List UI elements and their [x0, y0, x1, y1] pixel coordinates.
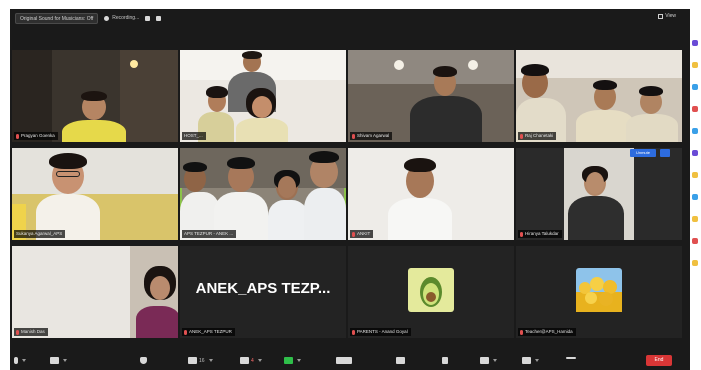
reaction-icon	[692, 40, 698, 46]
participant-name: ANEK_APS TEZPUR	[182, 328, 235, 336]
view-button[interactable]: View	[658, 13, 676, 19]
security-button[interactable]	[140, 357, 147, 364]
participant-tile-active-speaker[interactable]: APS TEZPUR - ANEK ...	[180, 148, 346, 240]
participants-button[interactable]: 16	[188, 357, 213, 364]
reaction-hand-icon	[442, 357, 448, 364]
apps-grid-icon	[396, 357, 405, 364]
unmute-button[interactable]: Unmute	[630, 149, 656, 157]
participant-tile[interactable]: PARENTS - Anand Goyal	[348, 246, 514, 338]
participant-name: APS TEZPUR - ANEK ...	[182, 230, 237, 238]
chat-icon	[240, 357, 249, 364]
participant-tile[interactable]: Shivam Agarwal	[348, 50, 514, 142]
muted-mic-icon	[520, 231, 523, 237]
notes-icon	[522, 357, 531, 364]
participant-name: Raj Chanetaki	[518, 132, 557, 140]
participant-tile[interactable]: Teacher@APS_Hamida	[516, 246, 682, 338]
reaction-sidebar	[690, 40, 700, 290]
participant-tile[interactable]: Raj Chanetaki	[516, 50, 682, 142]
chevron-down-icon[interactable]	[493, 359, 497, 362]
chevron-down-icon[interactable]	[208, 359, 213, 362]
whiteboard-button[interactable]	[480, 357, 497, 364]
participant-tile[interactable]: Sukanya Agarwal_APS	[12, 148, 178, 240]
end-meeting-button[interactable]: End	[646, 355, 672, 366]
whiteboard-icon	[480, 357, 489, 364]
participant-tile[interactable]: Pragyan Goenka	[12, 50, 178, 142]
tulips-avatar-icon	[576, 268, 622, 312]
participant-tile[interactable]: ANKIT	[348, 148, 514, 240]
recording-icon	[104, 15, 110, 21]
more-dots-icon	[566, 357, 576, 359]
reaction-icon	[692, 84, 698, 90]
share-screen-icon	[284, 357, 293, 364]
shield-icon	[140, 357, 147, 364]
reaction-icon	[692, 106, 698, 112]
participant-display-name: ANEK_APS TEZP...	[195, 280, 331, 297]
chevron-down-icon[interactable]	[63, 359, 67, 362]
participant-name: Teacher@APS_Hamida	[518, 328, 576, 336]
participant-name: Manish Das	[14, 328, 48, 336]
participant-name: Sukanya Agarwal_APS	[14, 230, 66, 238]
stop-recording-icon[interactable]	[156, 15, 162, 21]
camera-icon	[50, 357, 59, 364]
participant-tile[interactable]: HOST_...	[180, 50, 346, 142]
chevron-down-icon[interactable]	[535, 359, 539, 362]
more-button[interactable]	[566, 357, 576, 359]
reaction-icon	[692, 62, 698, 68]
pause-recording-icon[interactable]	[145, 15, 151, 21]
participant-tile[interactable]: Manish Das	[12, 246, 178, 338]
participant-name: PARENTS - Anand Goyal	[350, 328, 411, 336]
participant-name: Hiranya Talukdar	[518, 230, 562, 238]
participant-name: Pragyan Goenka	[14, 132, 58, 140]
reaction-icon	[692, 128, 698, 134]
share-screen-button[interactable]	[284, 357, 301, 364]
muted-mic-icon	[520, 133, 523, 139]
muted-mic-icon	[352, 133, 355, 139]
reactions-button[interactable]	[442, 357, 448, 364]
participant-tile[interactable]: ANEK_APS TEZP... ANEK_APS TEZPUR	[180, 246, 346, 338]
meeting-toolbar: 16 4 End	[10, 352, 690, 370]
chat-badge: 4	[251, 357, 254, 364]
reaction-icon	[692, 216, 698, 222]
mute-button[interactable]	[14, 357, 26, 364]
reaction-icon	[692, 194, 698, 200]
participant-name: Shivam Agarwal	[350, 132, 393, 140]
chevron-down-icon[interactable]	[22, 359, 26, 362]
participant-name: HOST_...	[182, 132, 206, 140]
muted-mic-icon	[352, 329, 355, 335]
chevron-down-icon[interactable]	[257, 359, 262, 362]
reaction-icon	[692, 172, 698, 178]
participant-tile[interactable]: Hiranya Talukdar Unmute	[516, 148, 682, 240]
muted-mic-icon	[184, 329, 187, 335]
video-grid: Pragyan Goenka HOST_... Shivam Agarwal R…	[10, 50, 690, 343]
recording-label: Recording...	[112, 15, 140, 21]
meeting-window: Original Sound for Musicians: Off Record…	[10, 9, 690, 370]
avocado-avatar-icon	[408, 268, 454, 312]
more-options-button[interactable]	[660, 149, 670, 157]
muted-mic-icon	[16, 133, 19, 139]
muted-mic-icon	[16, 329, 19, 335]
original-sound-toggle[interactable]: Original Sound for Musicians: Off	[15, 12, 99, 24]
muted-mic-icon	[520, 329, 523, 335]
notes-button[interactable]	[522, 357, 539, 364]
chevron-down-icon[interactable]	[297, 359, 301, 362]
participants-count: 16	[199, 357, 205, 364]
participants-icon	[188, 357, 197, 364]
microphone-icon	[14, 357, 18, 364]
record-icon	[336, 357, 352, 364]
view-label: View	[665, 13, 676, 19]
reaction-icon	[692, 150, 698, 156]
muted-mic-icon	[352, 231, 355, 237]
participant-name: ANKIT	[350, 230, 374, 238]
reaction-icon	[692, 238, 698, 244]
apps-button[interactable]	[396, 357, 405, 364]
reaction-icon	[692, 260, 698, 266]
top-bar: Original Sound for Musicians: Off Record…	[10, 9, 690, 27]
chat-button[interactable]: 4	[240, 357, 262, 364]
view-grid-icon	[658, 13, 664, 19]
recording-indicator[interactable]: Recording...	[104, 15, 139, 21]
video-button[interactable]	[50, 357, 67, 364]
record-button[interactable]	[336, 357, 352, 364]
